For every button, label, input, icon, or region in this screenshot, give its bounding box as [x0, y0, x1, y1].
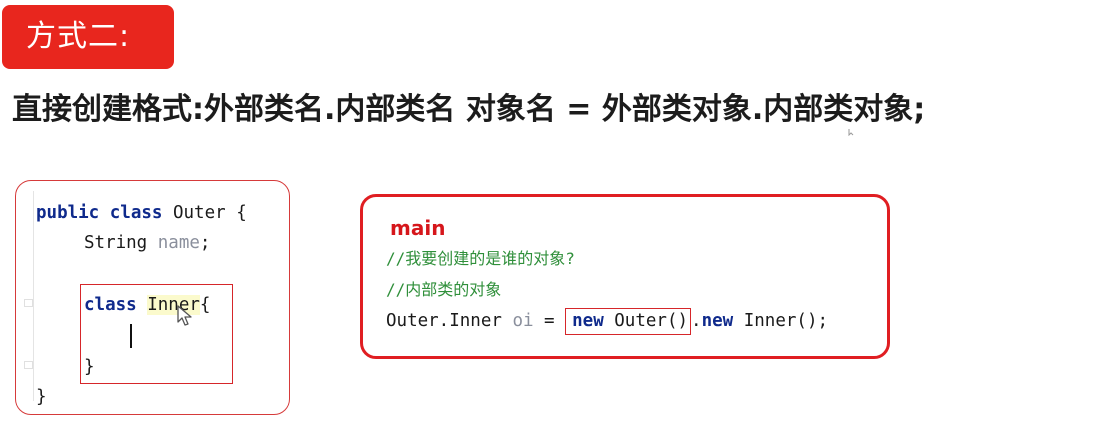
new-outer-highlight-box: new Outer(): [565, 308, 692, 335]
inner-object-statement: Outer.Inner oi = new Outer() .new Inner()…: [386, 305, 828, 337]
comment-whose-object: //我要创建的是谁的对象?: [386, 249, 575, 268]
stmt-equals: =: [533, 311, 566, 331]
text-cursor: [130, 324, 132, 348]
fold-marker-icon[interactable]: [24, 361, 33, 369]
keyword-public: public: [36, 203, 100, 223]
stmt-variable: oi: [512, 311, 534, 331]
string-type: String: [84, 233, 158, 253]
badge-label: 方式二:: [26, 19, 131, 54]
code-line-inner-close: }: [84, 357, 95, 377]
outer-constructor: Outer(): [603, 311, 689, 331]
semicolon: ;: [199, 233, 211, 253]
inner-constructor: Inner();: [733, 311, 829, 331]
method-two-badge: 方式二:: [2, 5, 174, 69]
comment-inner-object: //内部类的对象: [386, 280, 502, 299]
fold-marker-icon[interactable]: [24, 299, 33, 307]
open-brace: {: [199, 295, 211, 315]
syntax-heading: 直接创建格式:外部类名.内部类名 对象名 = 外部类对象.内部类对象;: [12, 92, 926, 127]
main-code-card: main //我要创建的是谁的对象? //内部类的对象 Outer.Inner …: [360, 194, 890, 359]
member-dot: .: [691, 311, 702, 331]
stray-cursor-icon: [848, 129, 854, 136]
keyword-class-inner: class: [84, 295, 137, 315]
code-line-class-outer: public class Outer {: [36, 201, 247, 225]
stmt-type: Outer.Inner: [386, 311, 513, 331]
field-name: name: [157, 233, 200, 253]
main-method-label: main: [390, 216, 446, 240]
outer-class-code-card: public class Outer { String name; class …: [15, 180, 290, 415]
keyword-new-outer: new: [572, 311, 604, 331]
mouse-pointer-icon: [177, 305, 192, 326]
code-line-name-field: String name;: [84, 231, 210, 255]
code-line-outer-close: }: [36, 387, 47, 407]
keyword-new-inner: new: [701, 311, 734, 331]
keyword-class: class: [109, 203, 163, 223]
editor-gutter: [33, 191, 34, 401]
outer-class-decl: Outer {: [162, 203, 247, 223]
